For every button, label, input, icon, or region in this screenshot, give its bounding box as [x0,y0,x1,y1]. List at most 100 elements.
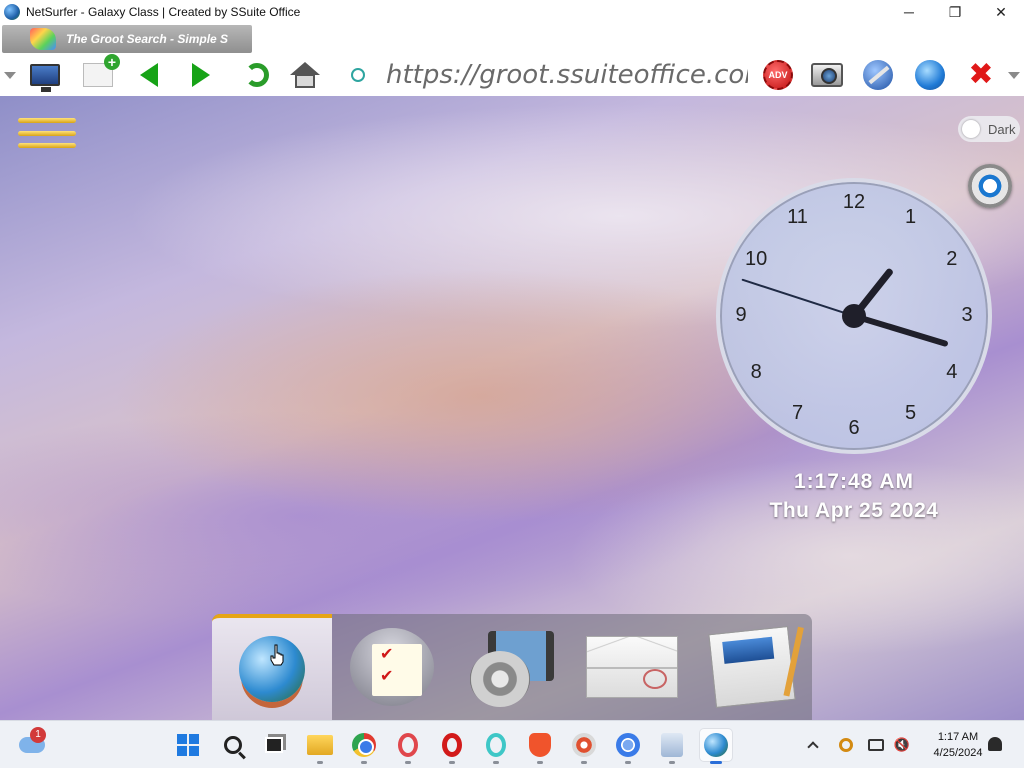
page-content: Dark 12 1 2 3 4 5 6 7 8 9 10 11 1:17:48 AM Thu Apr … [0,96,1024,720]
tray-volume[interactable]: 🔇 [892,733,912,757]
taskbar-clock[interactable]: 1:17 AM 4/25/2024 [918,729,998,761]
analog-clock: 12 1 2 3 4 5 6 7 8 9 10 11 [716,178,992,454]
taskbar-opera-gx[interactable] [480,729,512,764]
taskbar-search[interactable] [217,729,249,761]
toolbar-left-dropdown[interactable] [2,58,18,92]
adblock-button[interactable]: ADV [760,58,796,92]
monitor-icon [30,64,60,92]
toolbar-right-dropdown[interactable] [1006,58,1022,92]
clock-numeral: 9 [735,304,747,326]
address-bar[interactable] [386,56,748,94]
envelope-icon [586,636,678,698]
chevron-up-icon [807,741,819,753]
notepad-checklist-icon [350,628,434,706]
dock-item-mail[interactable] [572,614,692,720]
dock-item-notes[interactable] [332,614,452,720]
start-button[interactable] [172,729,204,761]
clock-numeral: 7 [791,401,804,424]
toggle-knob [962,120,980,138]
taskbar-file-explorer[interactable] [304,729,336,764]
clock-numeral: 12 [842,191,866,213]
url-input[interactable] [386,60,748,90]
weather-badge: 1 [30,727,46,743]
red-x-icon: ✖ [968,58,994,91]
taskbar-app[interactable] [656,729,688,764]
clock-numeral: 10 [745,247,768,270]
clock-numeral: 11 [787,206,808,229]
menu-hamburger-icon[interactable] [18,118,76,148]
tab-strip: The Groot Search - Simple S [0,24,1024,54]
taskbar-opera[interactable] [436,729,468,764]
window-controls: ─ ❐ ✕ [886,0,1024,24]
opera-gx-icon [486,733,506,757]
globe-icon [704,733,728,757]
exit-button[interactable]: ✖ [964,58,998,92]
tools-button[interactable] [860,58,896,92]
reload-button[interactable] [240,58,274,92]
task-view-icon [265,737,283,753]
dropdown-icon [4,71,16,79]
hand-cursor-icon [270,644,284,666]
new-tab-button[interactable] [78,54,120,92]
clock-numeral: 4 [946,360,958,383]
taskbar-time: 1:17 AM [937,731,979,743]
minimize-button[interactable]: ─ [886,0,932,24]
key-icon [839,738,853,752]
chrome-icon [352,733,376,757]
taskbar-chrome[interactable] [348,729,380,764]
tray-network[interactable] [866,733,886,757]
toolbar: ADV ✖ [0,54,1024,96]
home-button[interactable] [286,58,322,92]
reload-icon [245,63,269,87]
desktop-button[interactable] [26,58,64,92]
taskbar-netsurfer[interactable] [700,729,732,764]
taskbar-date: 4/25/2024 [933,747,983,759]
dock-item-browser[interactable] [212,614,332,720]
window-title: NetSurfer - Galaxy Class | Created by SS… [26,5,301,19]
search-icon [224,736,242,754]
taskbar-orb-browser[interactable] [568,729,600,764]
close-button[interactable]: ✕ [978,0,1024,24]
home-icon [290,62,320,88]
dock-item-media[interactable] [452,614,572,720]
wrench-icon [863,60,893,90]
tray-key-app[interactable] [836,733,856,757]
media-speaker-icon [470,627,554,707]
opera-icon [442,733,462,757]
clock-numeral: 1 [904,206,917,229]
back-button[interactable] [134,58,164,92]
clock-numeral: 5 [904,401,917,424]
status-circle-icon [351,68,365,82]
app-globe-icon [4,4,20,20]
notification-bell-icon[interactable] [988,737,1002,751]
windows-start-icon [177,734,199,756]
taskbar-opera-air[interactable] [392,729,424,764]
digital-date: Thu Apr 25 2024 [769,499,939,522]
dock-item-writer[interactable] [692,614,812,720]
brave-lion-icon [529,733,551,757]
taskbar-task-view[interactable] [258,729,290,761]
clock-numeral: 2 [946,247,958,270]
folder-icon [307,735,333,755]
tab-groot-search[interactable]: The Groot Search - Simple S [2,25,252,53]
orb-browser-icon [572,733,596,757]
network-icon [868,739,884,751]
volume-muted-icon: 🔇 [893,737,911,752]
dropdown-icon [1008,71,1020,79]
app-window-icon [661,733,683,757]
digital-time: 1:17:48 AM [793,470,915,493]
forward-button[interactable] [186,58,216,92]
document-pencil-icon [708,626,796,708]
forward-arrow-icon [192,63,210,87]
screenshot-button[interactable] [808,58,846,92]
internet-settings-button[interactable] [912,58,948,92]
dark-mode-toggle[interactable]: Dark [958,116,1020,142]
taskbar-brave[interactable] [524,729,556,764]
show-hidden-icons-button[interactable] [804,733,822,757]
app-dock [212,614,812,720]
globe-icon [915,60,945,90]
opera-air-icon [398,733,418,757]
maximize-button[interactable]: ❐ [932,0,978,24]
clock-center [842,304,866,328]
taskbar-chromium[interactable] [612,729,644,764]
